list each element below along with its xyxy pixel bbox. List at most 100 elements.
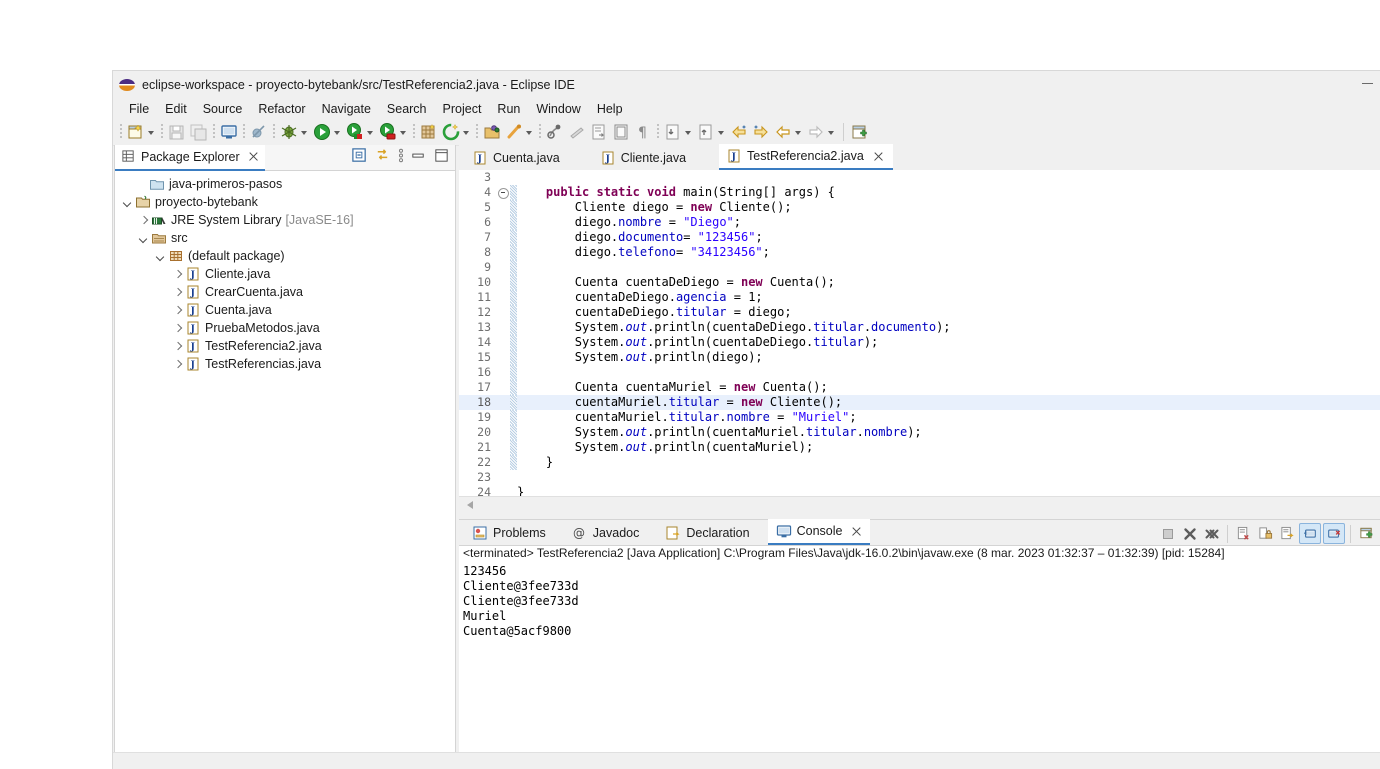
show-console-on-output-icon[interactable] (1299, 523, 1321, 544)
tree-node-testreferencia2-java[interactable]: J TestReferencia2.java (115, 337, 455, 355)
debug-dropdown-arrow[interactable] (300, 122, 309, 142)
code-line[interactable]: 22 } (459, 455, 1380, 470)
new-java-package-icon[interactable] (419, 122, 439, 142)
code-line[interactable]: 19 cuentaMuriel.titular.nombre = "Muriel… (459, 410, 1380, 425)
menu-search[interactable]: Search (379, 100, 435, 118)
back-dropdown-arrow[interactable] (794, 122, 803, 142)
back-history-icon[interactable] (773, 122, 793, 142)
code-line[interactable]: 15 System.out.println(diego); (459, 350, 1380, 365)
code-line[interactable]: 20 System.out.println(cuentaMuriel.titul… (459, 425, 1380, 440)
menu-navigate[interactable]: Navigate (314, 100, 379, 118)
tree-node-proyecto-bytebank[interactable]: proyecto-bytebank (115, 193, 455, 211)
menu-help[interactable]: Help (589, 100, 631, 118)
minimize-icon[interactable] (410, 147, 428, 165)
code-line[interactable]: 3 (459, 170, 1380, 185)
fold-collapse-icon[interactable] (498, 188, 509, 199)
maximize-icon[interactable] (433, 147, 451, 165)
close-icon[interactable] (248, 151, 259, 162)
view-menu-icon[interactable] (397, 147, 405, 165)
code-line[interactable]: 18 cuentaMuriel.titular = new Cliente(); (459, 395, 1380, 410)
coverage-dropdown-arrow[interactable] (366, 122, 375, 142)
open-console-icon[interactable] (219, 122, 239, 142)
toolbar-gripper-3[interactable] (213, 124, 215, 140)
code-text-area[interactable]: 34 public static void main(String[] args… (459, 170, 1380, 496)
toolbar-gripper[interactable] (120, 124, 122, 140)
console-output[interactable]: 123456 Cliente@3fee733d Cliente@3fee733d… (459, 564, 1380, 757)
tree-node-testreferencias-java[interactable]: J TestReferencias.java (115, 355, 455, 373)
code-line[interactable]: 7 diego.documento= "123456"; (459, 230, 1380, 245)
code-line[interactable]: 21 System.out.println(cuentaMuriel); (459, 440, 1380, 455)
toolbar-gripper-6[interactable] (413, 124, 415, 140)
scroll-left-icon[interactable] (467, 501, 473, 509)
chevron-down-icon[interactable] (154, 249, 168, 263)
code-line[interactable]: 24} (459, 485, 1380, 496)
forward-icon[interactable] (751, 122, 771, 142)
tab-testreferencia2-java[interactable]: J TestReferencia2.java (719, 144, 893, 170)
link-with-editor-icon[interactable] (374, 147, 392, 165)
code-line[interactable]: 16 (459, 365, 1380, 380)
clear-console-icon[interactable] (1233, 524, 1253, 543)
run-dropdown-arrow[interactable] (333, 122, 342, 142)
chevron-right-icon[interactable] (171, 339, 185, 353)
close-icon[interactable] (851, 526, 862, 537)
tree-node-pruebametodos-java[interactable]: J PruebaMetodos.java (115, 319, 455, 337)
code-line[interactable]: 8 diego.telefono= "34123456"; (459, 245, 1380, 260)
tab-declaration[interactable]: Declaration (657, 521, 758, 545)
menu-file[interactable]: File (121, 100, 157, 118)
next-annotation-arrow[interactable] (684, 122, 693, 142)
run-coverage-icon[interactable] (345, 122, 365, 142)
save-icon[interactable] (167, 122, 187, 142)
open-type-icon[interactable] (482, 122, 502, 142)
menu-source[interactable]: Source (195, 100, 251, 118)
last-edit-location-icon[interactable] (545, 122, 565, 142)
tab-cliente-java[interactable]: J Cliente.java (592, 146, 696, 170)
show-console-on-error-icon[interactable] (1323, 523, 1345, 544)
code-lines[interactable]: 34 public static void main(String[] args… (459, 170, 1380, 496)
chevron-right-icon[interactable] (171, 321, 185, 335)
external-tools-icon[interactable] (441, 122, 461, 142)
code-line[interactable]: 23 (459, 470, 1380, 485)
menu-window[interactable]: Window (528, 100, 588, 118)
toolbar-gripper-7[interactable] (476, 124, 478, 140)
chevron-right-icon[interactable] (171, 267, 185, 281)
code-line[interactable]: 17 Cuenta cuentaMuriel = new Cuenta(); (459, 380, 1380, 395)
tree-node-java-primeros-pasos[interactable]: java-primeros-pasos (115, 175, 455, 193)
code-line[interactable]: 11 cuentaDeDiego.agencia = 1; (459, 290, 1380, 305)
chevron-right-icon[interactable] (171, 357, 185, 371)
external-tools-dropdown-arrow[interactable] (462, 122, 471, 142)
close-icon[interactable] (873, 151, 884, 162)
new-dropdown-arrow[interactable] (147, 122, 156, 142)
search-dropdown-arrow[interactable] (525, 122, 534, 142)
chevron-down-icon[interactable] (121, 195, 135, 209)
code-line[interactable]: 5 Cliente diego = new Cliente(); (459, 200, 1380, 215)
code-line[interactable]: 4 public static void main(String[] args)… (459, 185, 1380, 200)
chevron-right-icon[interactable] (171, 303, 185, 317)
tab-cuenta-java[interactable]: J Cuenta.java (465, 146, 569, 170)
debug-icon[interactable] (279, 122, 299, 142)
toolbar-gripper-4[interactable] (243, 124, 245, 140)
new-window-icon[interactable] (850, 122, 870, 142)
menu-refactor[interactable]: Refactor (250, 100, 313, 118)
toolbar-gripper-9[interactable] (657, 124, 659, 140)
menu-run[interactable]: Run (489, 100, 528, 118)
code-line[interactable]: 6 diego.nombre = "Diego"; (459, 215, 1380, 230)
code-line[interactable]: 9 (459, 260, 1380, 275)
tree-node-jre-system-library[interactable]: JRE System Library [JavaSE-16] (115, 211, 455, 229)
toolbar-gripper-8[interactable] (539, 124, 541, 140)
code-line[interactable]: 12 cuentaDeDiego.titular = diego; (459, 305, 1380, 320)
tree-node-cliente-java[interactable]: J Cliente.java (115, 265, 455, 283)
forward-dropdown-arrow[interactable] (827, 122, 836, 142)
chevron-right-icon[interactable] (171, 285, 185, 299)
tree-node-crearcuenta-java[interactable]: J CrearCuenta.java (115, 283, 455, 301)
chevron-down-icon[interactable] (137, 231, 151, 245)
code-line[interactable]: 13 System.out.println(cuentaDeDiego.titu… (459, 320, 1380, 335)
editor-hscrollbar[interactable] (459, 496, 1380, 513)
chevron-right-icon[interactable] (137, 213, 151, 227)
previous-annotation-icon[interactable] (696, 122, 716, 142)
remove-launch-icon[interactable] (1180, 524, 1200, 543)
run-icon[interactable] (312, 122, 332, 142)
tab-problems[interactable]: Problems (464, 521, 554, 545)
back-icon[interactable] (729, 122, 749, 142)
code-line[interactable]: 10 Cuenta cuentaDeDiego = new Cuenta(); (459, 275, 1380, 290)
word-wrap-icon[interactable] (1277, 524, 1297, 543)
